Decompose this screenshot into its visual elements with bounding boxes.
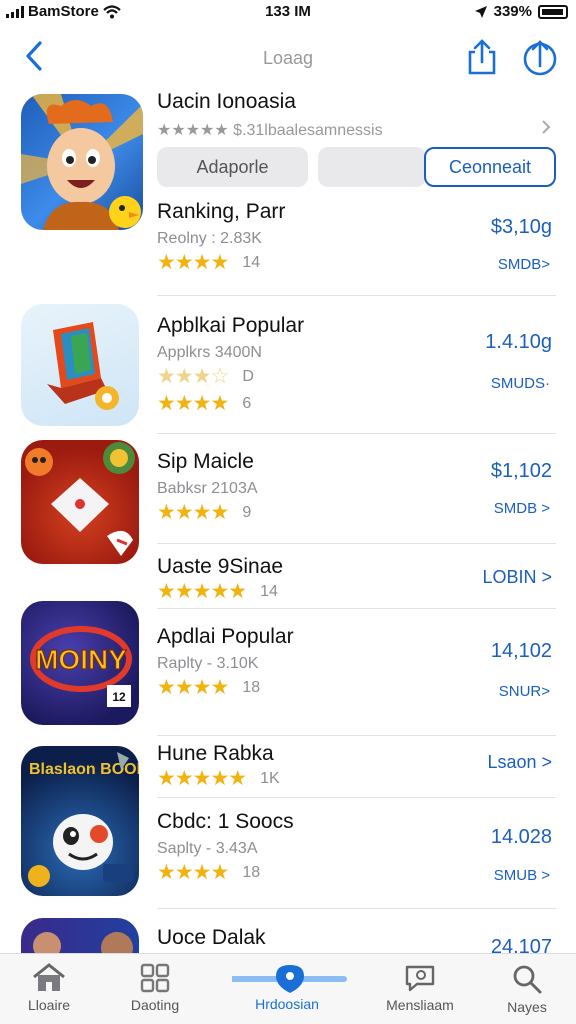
more-link[interactable]: SMDB> [498, 256, 550, 273]
tab-label: Lloaire [27, 997, 71, 1013]
star-rating: ★★★★ [157, 501, 229, 524]
list-item-sub: Raplty - 3.10K [157, 655, 259, 672]
battery-icon [538, 4, 568, 19]
login-link[interactable]: LOBIN > [482, 567, 552, 588]
tab-active[interactable]: Hrdoosian [232, 954, 347, 1024]
list-item[interactable]: Hune Rabka ★★★★★ 1K [157, 742, 280, 791]
list-item-name: Cbdc: 1 Soocs [157, 810, 294, 833]
star-rating: ★★★★ [157, 251, 229, 274]
space-character-icon: Blaslaon BOOIAD [28, 752, 139, 887]
divider [157, 908, 556, 909]
share-icon[interactable] [466, 38, 498, 76]
list-item[interactable]: Apdlai Popular Raplty - 3.10K ★★★★ 18 [157, 625, 294, 700]
divider [157, 543, 556, 544]
rating-count: 1K [260, 769, 280, 787]
list-item[interactable]: Uoce Dalak [157, 926, 266, 950]
tab-label: Mensliaam [386, 997, 454, 1013]
price-label[interactable]: $1,102 [491, 460, 552, 483]
star-rating: ★★★★ [157, 392, 229, 415]
chevron-right-icon[interactable] [540, 119, 552, 135]
chat-icon [405, 965, 435, 992]
rating-count: D [242, 367, 254, 385]
rating-count: 18 [242, 678, 261, 696]
list-item[interactable]: Uaste 9Sinae ★★★★★ 14 [157, 555, 283, 604]
list-item-sub: Saplty - 3.43A [157, 840, 258, 857]
movie-logo-icon: MOINY 12 [30, 626, 132, 707]
app-icon-game-board[interactable] [21, 440, 139, 564]
tab-search[interactable]: Nayes [472, 954, 576, 1024]
more-link[interactable]: SMUDS· [491, 375, 550, 392]
upload-circle-icon[interactable] [522, 38, 558, 76]
list-item[interactable]: Ranking, Parr Reolny : 2.83K ★★★★ 14 [157, 200, 285, 275]
navigation-bar: Loaag [0, 30, 576, 86]
tab-home[interactable]: Lloaire [0, 954, 104, 1024]
battery-percent: 339% [493, 3, 532, 20]
app-icon-cartoon-character[interactable] [21, 94, 143, 230]
app-icon-block[interactable] [21, 304, 139, 426]
rating-count: 14 [260, 582, 278, 600]
list-item-name: Sip Maicle [157, 450, 254, 473]
location-arrow-icon [474, 5, 487, 18]
segment-adaporle[interactable]: Adaporle [157, 147, 308, 187]
app-icon-movie[interactable]: MOINY 12 [21, 601, 139, 725]
tab-chat[interactable]: Mensliaam [365, 954, 475, 1024]
status-bar: BamStore 133 IM 339% [0, 0, 576, 24]
price-label[interactable]: 14,102 [491, 640, 552, 663]
home-icon [33, 963, 65, 991]
list-item-name: Uaste 9Sinae [157, 555, 284, 578]
list-item-sub: Applkrs 3400N [157, 344, 262, 361]
cartoon-character-icon [21, 94, 143, 230]
rating-count: 6 [242, 394, 252, 412]
list-item-sub: Babksr 2103A [157, 480, 258, 497]
header-app-info: Uacin Ionoasia ★★★★★ $.31lbaalesamnessis [157, 90, 383, 140]
game-board-icon [25, 442, 135, 556]
price-label[interactable]: 1.4.10g [485, 331, 552, 354]
more-link[interactable]: SMUB > [494, 867, 550, 884]
more-link[interactable]: SNUR> [499, 683, 550, 700]
list-item-name: Ranking, Parr [157, 200, 286, 223]
tab-label: Hrdoosian [255, 996, 319, 1012]
more-link[interactable]: SMDB > [494, 500, 550, 517]
divider [157, 608, 556, 609]
rating-count: 9 [242, 503, 252, 521]
list-item-name: Hune Rabka [157, 742, 274, 765]
segment-ceonneait[interactable]: Ceonneait [424, 147, 556, 187]
list-item-name: Apblkai Popular [157, 314, 305, 337]
list-item[interactable]: Sip Maicle Babksr 2103A ★★★★ 9 [157, 450, 258, 525]
divider [157, 433, 556, 434]
rating-count: 18 [242, 863, 261, 881]
tab-label: Nayes [507, 999, 547, 1015]
divider [157, 295, 556, 296]
list-item-name: Apdlai Popular [157, 625, 294, 648]
header-app-name: Uacin Ionoasia [157, 90, 296, 113]
age-badge: 12 [112, 690, 126, 704]
list-item-sub: Reolny : 2.83K [157, 230, 262, 247]
divider [157, 735, 556, 736]
star-rating: ★★★★ [157, 861, 229, 884]
location-pin-icon [232, 965, 347, 993]
star-rating: ★★★★★ [157, 580, 247, 603]
star-rating: ★★★★★ [157, 767, 247, 790]
rating-count: 14 [242, 253, 261, 271]
app-icon-space[interactable]: Blaslaon BOOIAD [21, 746, 139, 896]
price-label[interactable]: $3,10g [491, 216, 552, 239]
star-rating: ★★★★ [157, 676, 229, 699]
grid-icon [140, 963, 170, 993]
tab-grid[interactable]: Daoting [100, 954, 210, 1024]
list-item-name: Uoce Dalak [157, 926, 266, 949]
divider [157, 797, 556, 798]
colored-block-icon [47, 322, 119, 410]
star-rating: ★★★☆ [157, 365, 229, 388]
movie-logo-text: MOINY [35, 644, 127, 675]
header-app-rating: ★★★★★ $.31lbaalesamnessis [157, 122, 383, 139]
tab-bar: Lloaire Daoting Hrdoosian Mensliaam Naye… [0, 953, 576, 1024]
list-item[interactable]: Cbdc: 1 Soocs Saplty - 3.43A ★★★★ 18 [157, 810, 294, 885]
tab-label: Daoting [130, 997, 180, 1013]
segment-blank[interactable] [318, 147, 426, 187]
search-icon [513, 965, 542, 994]
lesson-link[interactable]: Lsaon > [487, 752, 552, 773]
list-item[interactable]: Apblkai Popular Applkrs 3400N ★★★☆ D ★★★★… [157, 314, 304, 416]
price-label[interactable]: 14.028 [491, 826, 552, 849]
